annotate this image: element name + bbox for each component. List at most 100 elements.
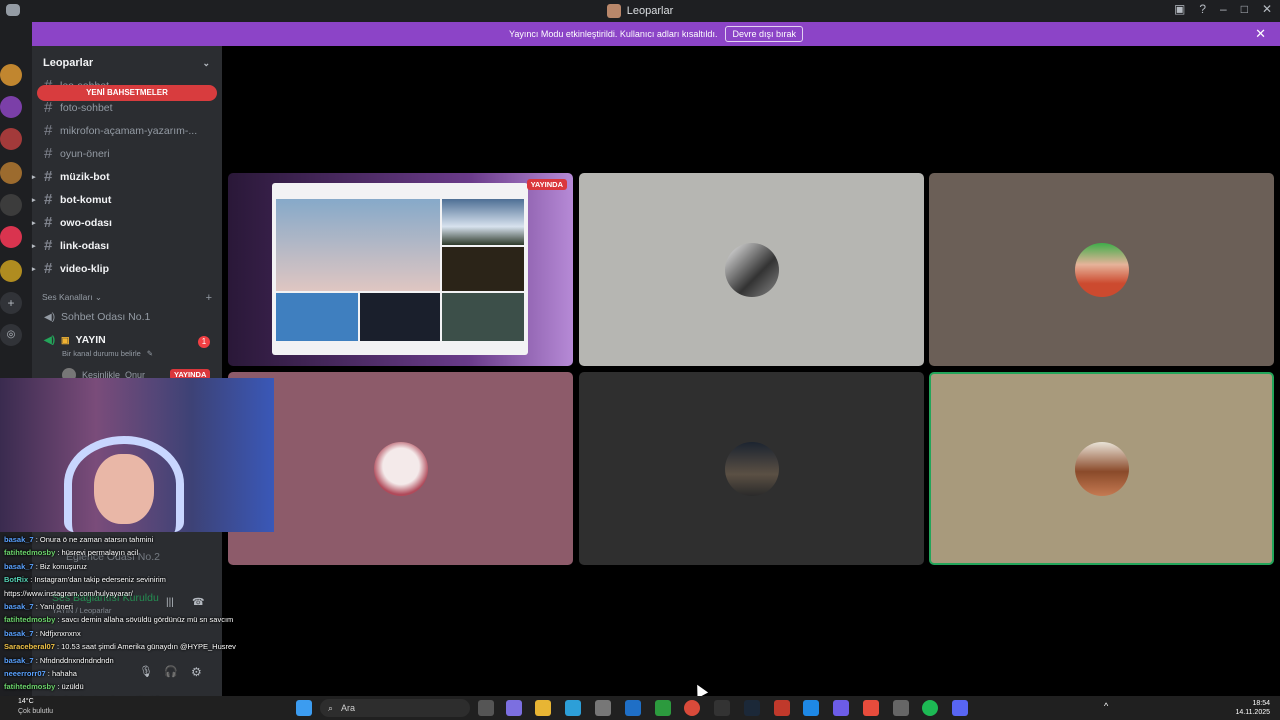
app-icon[interactable]: [863, 700, 879, 716]
stream-screen-preview: [272, 183, 528, 355]
chat-username: basak_7: [4, 561, 34, 571]
help-icon[interactable]: ?: [1199, 2, 1206, 16]
chat-message: basak_7 : Nfndnddnxndndndndn: [4, 656, 114, 665]
unread-indicator: ▸: [32, 219, 36, 227]
participant-tile[interactable]: [579, 173, 924, 366]
inbox-icon[interactable]: ▣: [1174, 2, 1185, 16]
channel-item[interactable]: # oyun-öneri: [44, 145, 110, 162]
channel-item[interactable]: ▸ # video-klip: [32, 260, 110, 277]
window-titlebar: Leoparlar ▣ ? – □ ✕: [0, 0, 1280, 22]
file-explorer-icon[interactable]: [535, 700, 551, 716]
clock[interactable]: 18:54 14.11.2025: [1235, 699, 1270, 717]
server-icon[interactable]: [0, 226, 22, 248]
hash-icon: #: [44, 191, 53, 208]
chrome-icon[interactable]: [684, 700, 700, 716]
store-icon[interactable]: [595, 700, 611, 716]
status-hint-text: Bir kanal durumu belirle: [62, 349, 141, 358]
epic-games-icon[interactable]: [714, 700, 730, 716]
task-view-icon[interactable]: [478, 700, 494, 716]
channel-item[interactable]: # mikrofon-açamam-yazarım-...: [44, 122, 197, 139]
app-icon[interactable]: [833, 700, 849, 716]
search-box[interactable]: ⌕ Ara: [320, 699, 470, 717]
server-icon[interactable]: [0, 162, 22, 184]
hash-icon: #: [44, 168, 53, 185]
maximize-icon[interactable]: □: [1241, 2, 1248, 16]
edge-icon[interactable]: [565, 700, 581, 716]
participant-tile[interactable]: [579, 372, 924, 565]
weather-desc: Çok bulutlu: [18, 708, 54, 715]
chat-text: : Yani öneri: [33, 602, 73, 611]
app-icon[interactable]: [774, 700, 790, 716]
chat-text: : Ndfjxnxnxnx: [33, 628, 81, 638]
outlook-icon[interactable]: [625, 700, 641, 716]
server-icon[interactable]: [0, 128, 22, 150]
chat-text: https://www.instagram.com/hulyayarar/: [4, 588, 133, 598]
clock-date: 14.11.2025: [1235, 709, 1270, 716]
server-icon[interactable]: [0, 260, 22, 282]
channel-label: video-klip: [60, 262, 110, 275]
chat-text: : hahaha: [45, 669, 77, 678]
app-icon[interactable]: [803, 700, 819, 716]
steam-icon[interactable]: [744, 700, 760, 716]
unread-indicator: ▸: [32, 242, 36, 250]
copilot-icon[interactable]: [506, 700, 522, 716]
chat-message: basak_7 : Onura ö ne zaman atarsın tahmi…: [4, 535, 153, 544]
voice-channel-label: YAYIN: [75, 334, 106, 346]
chevron-down-icon: ⌄: [202, 57, 210, 68]
channel-item[interactable]: ▸ # link-odası: [32, 237, 109, 254]
lock-icon: ▣: [61, 334, 70, 345]
hash-icon: #: [44, 237, 53, 254]
weather-label: 14°C: [18, 698, 34, 705]
chat-message: fatihtedmosby : savcı demin allaha sövül…: [4, 615, 233, 624]
spotify-icon[interactable]: [922, 700, 938, 716]
close-banner-icon[interactable]: ✕: [1255, 26, 1266, 42]
voice-category-header[interactable]: Ses Kanalları ⌄ +: [42, 292, 212, 304]
channel-item[interactable]: ▸ # bot-komut: [32, 191, 111, 208]
guild-header[interactable]: Leoparlar ⌄: [32, 46, 222, 80]
disable-streamer-mode-button[interactable]: Devre dışı bırak: [725, 26, 803, 42]
discord-logo-icon: [6, 4, 20, 16]
guild-avatar-icon: [606, 4, 621, 18]
unread-indicator: ▸: [32, 265, 36, 273]
start-icon[interactable]: [296, 700, 312, 716]
tray-chevron-icon[interactable]: ^: [1104, 701, 1108, 711]
voice-channel-item[interactable]: ◀) Sohbet Odası No.1: [44, 311, 150, 323]
chat-text: : Nfndnddnxndndndndn: [33, 655, 114, 665]
hash-icon: #: [44, 99, 53, 116]
unread-badge: 1: [198, 336, 210, 348]
chat-message: neeerrorr07 : hahaha: [4, 669, 77, 678]
participant-tile[interactable]: [929, 173, 1274, 366]
discord-icon[interactable]: [952, 700, 968, 716]
channel-item[interactable]: # foto-sohbet: [44, 99, 113, 116]
hash-icon: #: [44, 260, 53, 277]
voice-channel-item[interactable]: ◀) ▣ YAYIN: [44, 334, 106, 346]
chat-username: fatihtedmosby: [4, 615, 56, 625]
explore-icon[interactable]: ◎: [0, 324, 22, 346]
xbox-icon[interactable]: [655, 700, 671, 716]
add-server-icon[interactable]: +: [0, 292, 22, 314]
participant-tile-speaking[interactable]: [929, 372, 1274, 565]
channel-status-hint[interactable]: Bir kanal durumu belirle ✎: [62, 349, 153, 358]
pencil-icon: ✎: [146, 349, 154, 358]
channel-label: oyun-öneri: [60, 147, 110, 160]
stream-tile[interactable]: YAYINDA: [228, 173, 573, 366]
app-icon[interactable]: [893, 700, 909, 716]
avatar: [1074, 441, 1129, 496]
server-icon[interactable]: [0, 96, 22, 118]
clock-time: 18:54: [1252, 700, 1270, 707]
close-window-icon[interactable]: ✕: [1262, 2, 1272, 16]
server-icon[interactable]: [0, 64, 22, 86]
channel-item[interactable]: ▸ # müzik-bot: [32, 168, 110, 185]
voice-stage: YAYINDA: [222, 46, 1280, 699]
guild-name: Leoparlar: [43, 57, 94, 69]
minimize-icon[interactable]: –: [1220, 2, 1227, 16]
add-channel-icon[interactable]: +: [206, 292, 212, 304]
chat-text: : Onura ö ne zaman atarsın tahmini: [33, 535, 154, 544]
voice-category-label: Ses Kanalları: [42, 292, 93, 302]
chat-text: : 10.53 saat şimdi Amerika günaydın @HYP…: [54, 642, 236, 652]
channel-item[interactable]: ▸ # owo-odası: [32, 214, 112, 231]
window-title: Leoparlar: [626, 5, 674, 17]
server-icon[interactable]: [0, 194, 22, 216]
avatar: [724, 242, 779, 297]
hash-icon: #: [44, 145, 53, 162]
